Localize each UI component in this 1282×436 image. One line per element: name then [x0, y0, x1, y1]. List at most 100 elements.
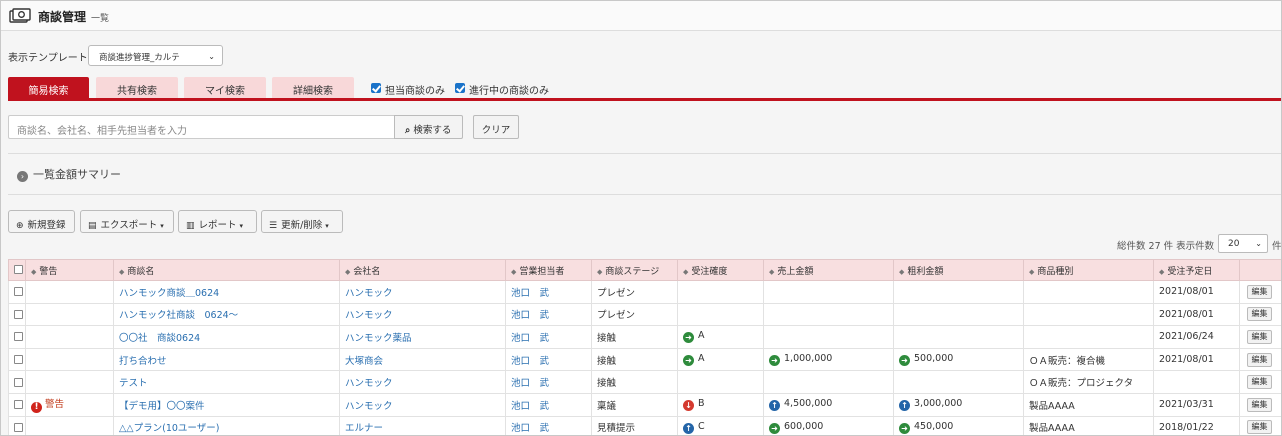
arrow-up-icon: ↑: [899, 400, 910, 412]
deal-name-cell: ハンモック商談＿0624: [113, 280, 340, 304]
row-checkbox[interactable]: [14, 355, 23, 365]
rep-link[interactable]: 池口 武: [511, 288, 549, 299]
col-deal-name[interactable]: ◆ 商談名: [113, 259, 340, 281]
company-link[interactable]: ハンモック: [345, 310, 393, 321]
row-checkbox[interactable]: [14, 287, 23, 297]
rep-link[interactable]: 池口 武: [511, 378, 549, 389]
table-row[interactable]: 〇〇社 商談0624 ハンモック薬品 池口 武接触 ➜ A 2021/06/24 編集: [8, 325, 1281, 349]
edit-button[interactable]: 編集: [1247, 352, 1272, 367]
rep-link[interactable]: 池口 武: [511, 356, 549, 367]
search-button[interactable]: ⌕ 検索する: [394, 115, 463, 139]
edit-button[interactable]: 編集: [1247, 397, 1272, 412]
company-link[interactable]: 大塚商会: [345, 356, 383, 367]
table-row[interactable]: テスト ハンモック 池口 武 接触 ＯＡ販売：プロジェクタ 編集: [8, 370, 1281, 394]
tab-detail-search[interactable]: 詳細検索: [272, 77, 354, 99]
table-row[interactable]: ! 警告 【デモ用】〇〇案件 ハンモック 池口 武稟議 ↓ B ↑ 4,500,000 ↑ 3,00…: [8, 392, 1281, 417]
col-probability[interactable]: ◆ 受注確度: [677, 259, 764, 281]
row-checkbox[interactable]: [14, 309, 23, 319]
search-input[interactable]: 商談名、会社名、相手先担当者を入力: [8, 115, 395, 139]
deal-name-link[interactable]: ハンモック商談＿0624: [119, 288, 219, 299]
tab-underline: [8, 98, 1281, 101]
clear-button[interactable]: クリア: [473, 115, 519, 139]
report-button[interactable]: ▥ レポート ▾: [178, 210, 257, 233]
company-cell: エルナー: [339, 415, 506, 435]
new-label: 新規登録: [27, 220, 66, 231]
deal-name-link[interactable]: ハンモック社商談 0624～: [119, 310, 238, 321]
row-select-cell[interactable]: [8, 325, 26, 349]
warning-cell: [25, 302, 114, 327]
tab-my-search[interactable]: マイ検索: [184, 77, 266, 99]
in-progress-checkbox[interactable]: [455, 83, 465, 93]
rep-cell: 池口 武: [505, 392, 592, 417]
col-product[interactable]: ◆ 商品種別: [1023, 259, 1154, 281]
row-checkbox[interactable]: [14, 332, 23, 342]
sales-cell: [763, 280, 894, 304]
list-icon: ☰: [269, 221, 278, 231]
in-progress-label: 進行中の商談のみ: [469, 86, 549, 97]
row-select-cell[interactable]: [8, 280, 26, 304]
row-checkbox[interactable]: [14, 400, 23, 410]
table-row[interactable]: 打ち合わせ 大塚商会 池口 武接触 ➜ A ➜ 1,000,000 ➜ 500,000 ＯＡ販売：…: [8, 347, 1281, 372]
company-link[interactable]: ハンモック: [345, 288, 393, 299]
deal-name-link[interactable]: 【デモ用】〇〇案件: [119, 401, 205, 412]
edit-button[interactable]: 編集: [1247, 375, 1272, 390]
col-rep[interactable]: ◆ 営業担当者: [505, 259, 592, 281]
row-select-cell[interactable]: [8, 415, 26, 435]
new-button[interactable]: ⊕ 新規登録: [8, 210, 75, 233]
rep-link[interactable]: 池口 武: [511, 423, 549, 434]
deal-name-link[interactable]: 打ち合わせ: [119, 356, 167, 367]
edit-button[interactable]: 編集: [1247, 329, 1272, 344]
export-button[interactable]: ▤ エクスポート ▾: [80, 210, 174, 233]
own-deals-checkbox[interactable]: [371, 83, 381, 93]
col-stage[interactable]: ◆ 商談ステージ: [591, 259, 678, 281]
col-date[interactable]: ◆ 受注予定日: [1153, 259, 1240, 281]
rep-link[interactable]: 池口 武: [511, 310, 549, 321]
col-profit[interactable]: ◆ 粗利金額: [893, 259, 1024, 281]
row-select-cell[interactable]: [8, 370, 26, 394]
row-select-cell[interactable]: [8, 347, 26, 372]
stage-cell: 接触: [591, 370, 678, 394]
summary-toggle[interactable]: › 一覧金額サマリー: [17, 166, 121, 182]
template-selected: 商談進捗管理_カルテ: [99, 53, 180, 63]
row-select-cell[interactable]: [8, 302, 26, 327]
company-link[interactable]: ハンモック薬品: [345, 333, 412, 344]
template-label: 表示テンプレート: [8, 53, 88, 64]
date-cell: 2021/08/01: [1153, 280, 1240, 304]
rep-link[interactable]: 池口 武: [511, 333, 549, 344]
company-link[interactable]: ハンモック: [345, 401, 393, 412]
probability-cell: [677, 302, 764, 327]
table-row[interactable]: ハンモック商談＿0624 ハンモック 池口 武 プレゼン 2021/08/01 編集: [8, 280, 1281, 304]
row-select-cell[interactable]: [8, 392, 26, 417]
row-checkbox[interactable]: [14, 377, 23, 387]
deal-name-link[interactable]: △△プラン(10ユーザー): [119, 423, 219, 434]
rep-link[interactable]: 池口 武: [511, 401, 549, 412]
deal-name-link[interactable]: テスト: [119, 378, 148, 389]
company-cell: ハンモック: [339, 280, 506, 304]
table-row[interactable]: ハンモック社商談 0624～ ハンモック 池口 武 プレゼン 2021/08/01 編集: [8, 302, 1281, 327]
edit-button[interactable]: 編集: [1247, 284, 1272, 299]
edit-button[interactable]: 編集: [1247, 420, 1272, 435]
deal-name-cell: △△プラン(10ユーザー): [113, 415, 340, 435]
select-all-checkbox[interactable]: [14, 265, 23, 274]
row-checkbox[interactable]: [14, 422, 23, 432]
col-warning[interactable]: ◆ 警告: [25, 259, 114, 281]
update-button[interactable]: ☰ 更新/削除 ▾: [261, 210, 343, 233]
stage-cell: プレゼン: [591, 302, 678, 327]
tab-shared-search[interactable]: 共有検索: [96, 77, 178, 99]
table-row[interactable]: △△プラン(10ユーザー) エルナー 池口 武見積提示 ↑ C ➜ 600,000 ➜ 450,…: [8, 415, 1281, 435]
actions-cell: 編集: [1239, 325, 1281, 349]
col-label: 粗利金額: [907, 266, 944, 277]
actions-cell: 編集: [1239, 415, 1281, 435]
edit-button[interactable]: 編集: [1247, 307, 1272, 322]
page-title: 商談管理: [38, 10, 87, 24]
col-sales[interactable]: ◆ 売上金額: [763, 259, 894, 281]
tab-simple-search[interactable]: 簡易検索: [8, 77, 89, 99]
col-company[interactable]: ◆ 会社名: [339, 259, 506, 281]
company-link[interactable]: エルナー: [345, 423, 383, 434]
deal-name-link[interactable]: 〇〇社 商談0624: [119, 333, 200, 344]
per-page-select[interactable]: 20 ⌄: [1218, 234, 1268, 253]
product-cell: [1023, 280, 1154, 304]
select-all-cell[interactable]: [8, 259, 26, 281]
company-link[interactable]: ハンモック: [345, 378, 393, 389]
template-select[interactable]: 商談進捗管理_カルテ ⌄: [88, 45, 223, 66]
